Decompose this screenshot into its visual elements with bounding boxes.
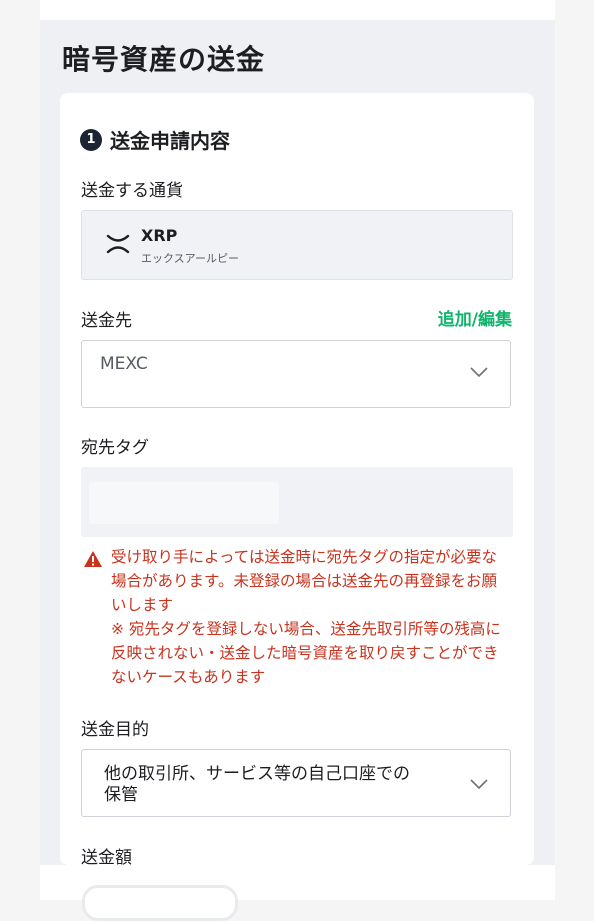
- dest-tag-label: 宛先タグ: [81, 438, 149, 458]
- currency-display: [81, 210, 513, 280]
- purpose-value: 他の取引所、サービス等の自己口座での保管: [104, 764, 410, 805]
- warning-message: 受け取り手によっては送金時に宛先タグの指定が必要な場合があります。未登録の場合は…: [111, 545, 511, 689]
- currency-reading: エックスアールピー: [141, 252, 240, 265]
- dest-tag-input[interactable]: [89, 482, 279, 524]
- section-header: 1 送金申請内容: [80, 125, 230, 154]
- step-number-badge: 1: [80, 128, 102, 151]
- page-title: 暗号資産の送金: [62, 43, 266, 76]
- purpose-label: 送金目的: [81, 720, 149, 740]
- warning-line-2: ※ 宛先タグを登録しない場合、送金先取引所等の残高に反映されない・送金した暗号資…: [111, 620, 501, 686]
- section-title: 送金申請内容: [110, 129, 230, 153]
- warning-line-1: 受け取り手によっては送金時に宛先タグの指定が必要な場合があります。未登録の場合は…: [111, 548, 497, 614]
- chevron-down-icon: [470, 367, 488, 377]
- chevron-down-icon: [470, 779, 488, 789]
- destination-label: 送金先: [81, 311, 132, 331]
- purpose-select[interactable]: 他の取引所、サービス等の自己口座での保管: [81, 749, 511, 817]
- destination-value: MEXC: [100, 354, 148, 374]
- destination-select[interactable]: MEXC: [81, 340, 511, 408]
- currency-label: 送金する通貨: [81, 181, 183, 201]
- top-strip: [40, 0, 555, 20]
- warning-triangle-icon: [84, 551, 102, 567]
- add-edit-link[interactable]: 追加/編集: [438, 305, 512, 330]
- amount-input[interactable]: [82, 885, 238, 921]
- currency-name: XRP: [141, 226, 178, 245]
- xrp-icon: [106, 234, 130, 254]
